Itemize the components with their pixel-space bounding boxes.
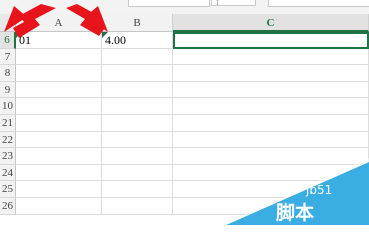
cell-a6[interactable]: 01 xyxy=(16,32,102,49)
error-indicator-icon xyxy=(16,32,22,38)
cell[interactable] xyxy=(16,115,102,132)
row-header[interactable]: 22 xyxy=(0,131,16,149)
row-header[interactable]: 9 xyxy=(0,81,16,99)
name-box[interactable] xyxy=(128,0,210,7)
sheet-row: 21 xyxy=(0,115,369,132)
watermark-brand: 脚本 xyxy=(276,202,315,224)
cell[interactable] xyxy=(16,131,102,149)
row-header[interactable]: 8 xyxy=(0,65,16,82)
cell-b6[interactable]: 4.00 xyxy=(102,32,173,49)
formula-input[interactable] xyxy=(268,0,369,7)
cell[interactable] xyxy=(102,98,173,115)
error-indicator-icon xyxy=(102,32,108,38)
cell[interactable] xyxy=(102,148,173,165)
cell[interactable] xyxy=(102,131,173,149)
sheet-row: 6 01 4.00 xyxy=(0,32,369,49)
cell[interactable] xyxy=(16,181,102,198)
cell[interactable] xyxy=(173,98,369,115)
column-header-a[interactable]: A xyxy=(16,14,102,32)
row-header[interactable]: 7 xyxy=(0,48,16,66)
cell[interactable] xyxy=(173,181,369,198)
cell[interactable] xyxy=(102,48,173,66)
cell-c6-selected[interactable] xyxy=(173,32,369,49)
cell[interactable] xyxy=(173,81,369,99)
formula-bar-area: f xyxy=(0,0,369,14)
row-header[interactable]: 6 xyxy=(0,32,16,49)
row-header[interactable]: 23 xyxy=(0,148,16,165)
column-header-c[interactable]: C xyxy=(173,14,369,32)
cell[interactable] xyxy=(102,181,173,198)
sheet-row: 8 xyxy=(0,65,369,82)
cell[interactable] xyxy=(173,164,369,182)
cell[interactable] xyxy=(173,198,369,215)
cell[interactable] xyxy=(16,48,102,66)
row-header[interactable]: 26 xyxy=(0,198,16,215)
column-header-b[interactable]: B xyxy=(102,14,173,32)
cell[interactable] xyxy=(102,164,173,182)
cell[interactable] xyxy=(16,65,102,82)
cell[interactable] xyxy=(102,81,173,99)
cell[interactable] xyxy=(102,198,173,215)
cell[interactable] xyxy=(173,65,369,82)
row-header[interactable]: 10 xyxy=(0,98,16,115)
cell[interactable] xyxy=(102,65,173,82)
sheet-row: 22 xyxy=(0,131,369,149)
row-header[interactable]: 24 xyxy=(0,164,16,182)
cell[interactable] xyxy=(173,115,369,132)
cell[interactable] xyxy=(16,81,102,99)
row-header[interactable]: 21 xyxy=(0,115,16,132)
cell-b6-value: 4.00 xyxy=(105,33,126,47)
select-all-corner[interactable] xyxy=(0,14,16,32)
spreadsheet-window: f A B C 6 01 4.00 7 8 9 10 21 22 23 24 2… xyxy=(0,0,369,225)
cell[interactable] xyxy=(16,198,102,215)
cell[interactable] xyxy=(16,164,102,182)
sheet-row: 23 xyxy=(0,148,369,165)
cell[interactable] xyxy=(173,48,369,66)
cell[interactable] xyxy=(173,148,369,165)
sheet-row: 7 xyxy=(0,48,369,66)
cell[interactable] xyxy=(102,115,173,132)
sheet-row: 24 xyxy=(0,164,369,182)
sheet-row: 10 xyxy=(0,98,369,115)
row-header[interactable]: 25 xyxy=(0,181,16,198)
watermark-site: jb51 xyxy=(306,183,333,197)
cell[interactable] xyxy=(16,98,102,115)
function-label: f xyxy=(216,0,219,6)
sheet-row: 9 xyxy=(0,81,369,99)
function-button[interactable]: f xyxy=(211,0,256,6)
cell[interactable] xyxy=(16,148,102,165)
cell[interactable] xyxy=(173,131,369,149)
